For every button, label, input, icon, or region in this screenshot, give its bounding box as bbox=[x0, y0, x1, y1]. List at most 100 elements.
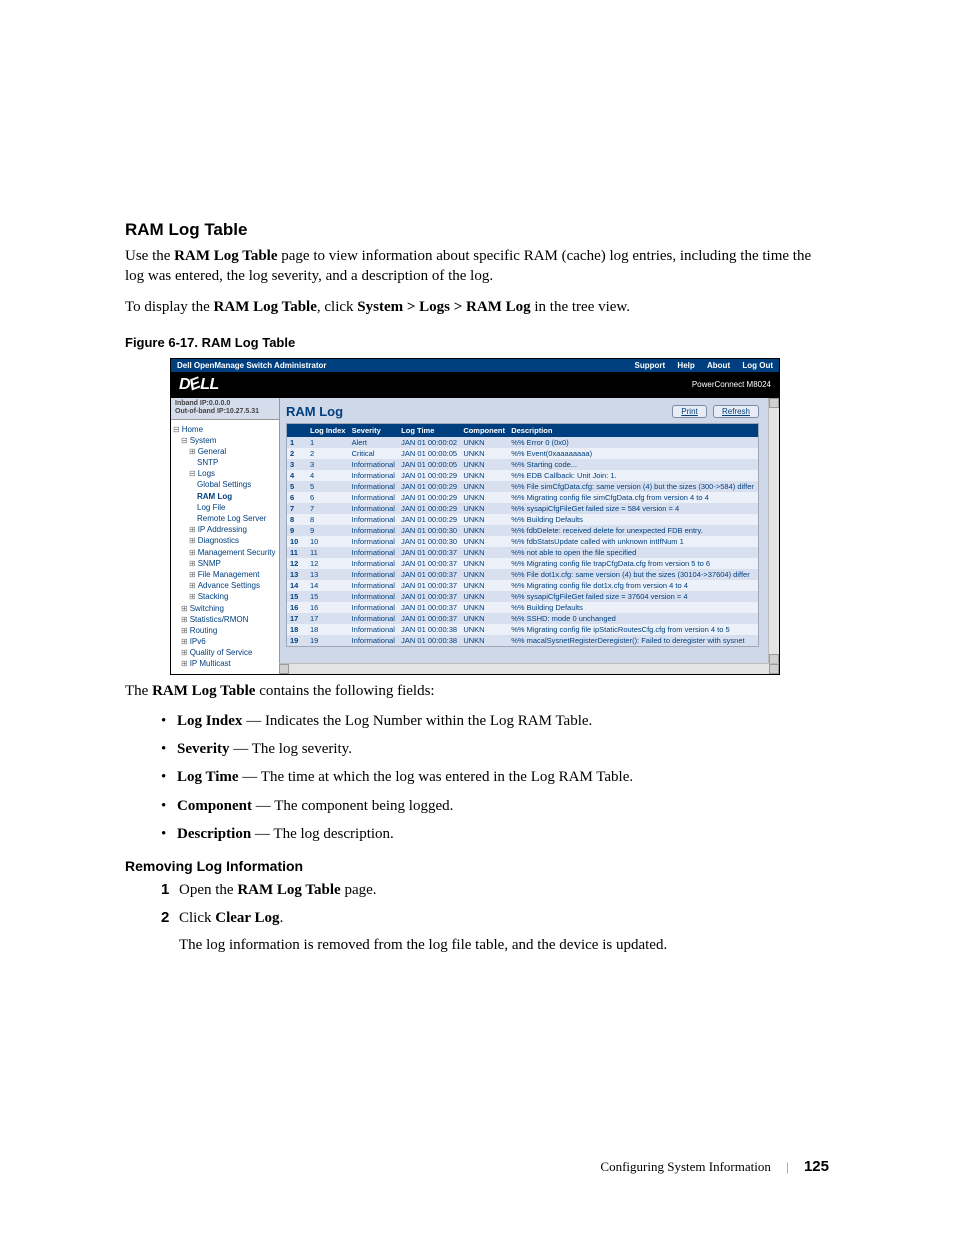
link-help[interactable]: Help bbox=[677, 361, 694, 370]
tree-item[interactable]: ⊞SNMP bbox=[189, 558, 277, 569]
table-cell: UNKN bbox=[460, 547, 508, 558]
tree-item[interactable]: Global Settings bbox=[197, 479, 277, 490]
table-cell: UNKN bbox=[460, 602, 508, 613]
table-cell: 12 bbox=[307, 558, 349, 569]
tree-item[interactable]: ⊞Switching bbox=[181, 603, 277, 614]
refresh-button[interactable]: Refresh bbox=[713, 405, 759, 418]
table-row[interactable]: 1616InformationalJAN 01 00:00:37UNKN%% B… bbox=[287, 602, 758, 613]
table-row[interactable]: 1515InformationalJAN 01 00:00:37UNKN%% s… bbox=[287, 591, 758, 602]
tree-item-label: Routing bbox=[190, 626, 218, 635]
table-cell: UNKN bbox=[460, 591, 508, 602]
text-bold: RAM Log Table bbox=[174, 248, 277, 264]
tree-item[interactable]: ⊞Routing bbox=[181, 625, 277, 636]
link-about[interactable]: About bbox=[707, 361, 730, 370]
table-cell: %% Migrating config file simCfgData.cfg … bbox=[508, 492, 758, 503]
table-cell: %% Migrating config file dot1x.cfg from … bbox=[508, 580, 758, 591]
tree-expand-icon[interactable]: ⊞ bbox=[189, 447, 196, 456]
table-row[interactable]: 1212InformationalJAN 01 00:00:37UNKN%% M… bbox=[287, 558, 758, 569]
tree-item-label: SNTP bbox=[197, 458, 218, 467]
table-cell: 9 bbox=[287, 525, 307, 536]
table-row[interactable]: 1010InformationalJAN 01 00:00:30UNKN%% f… bbox=[287, 536, 758, 547]
tree-item[interactable]: ⊟Logs bbox=[189, 468, 277, 479]
table-cell: Informational bbox=[349, 602, 399, 613]
table-cell: Informational bbox=[349, 569, 399, 580]
tree-expand-icon[interactable]: ⊞ bbox=[189, 592, 196, 601]
tree-item[interactable]: SNTP bbox=[197, 457, 277, 468]
table-row[interactable]: 1818InformationalJAN 01 00:00:38UNKN%% M… bbox=[287, 624, 758, 635]
tree-item[interactable]: RAM Log bbox=[197, 491, 277, 502]
table-cell: 19 bbox=[307, 635, 349, 646]
tree-item[interactable]: ⊟Home bbox=[173, 424, 277, 435]
tree-expand-icon[interactable]: ⊞ bbox=[189, 536, 196, 545]
horizontal-scrollbar[interactable] bbox=[279, 663, 779, 674]
tree-expand-icon[interactable]: ⊞ bbox=[181, 659, 188, 668]
table-cell: UNKN bbox=[460, 580, 508, 591]
tree-item[interactable]: ⊟System bbox=[181, 435, 277, 446]
tree-item[interactable]: Log File bbox=[197, 502, 277, 513]
table-cell: Alert bbox=[349, 437, 399, 448]
table-row[interactable]: 99InformationalJAN 01 00:00:30UNKN%% fdb… bbox=[287, 525, 758, 536]
table-cell: 5 bbox=[307, 481, 349, 492]
tree-item[interactable]: ⊞IP Multicast bbox=[181, 658, 277, 669]
link-support[interactable]: Support bbox=[635, 361, 666, 370]
tree-expand-icon[interactable]: ⊞ bbox=[189, 559, 196, 568]
table-row[interactable]: 88InformationalJAN 01 00:00:29UNKN%% Bui… bbox=[287, 514, 758, 525]
tree-item[interactable]: ⊞Management Security bbox=[189, 547, 277, 558]
text: The bbox=[125, 683, 152, 699]
table-cell: UNKN bbox=[460, 481, 508, 492]
table-row[interactable]: 44InformationalJAN 01 00:00:29UNKN%% EDB… bbox=[287, 470, 758, 481]
text: in the tree view. bbox=[531, 299, 630, 315]
field-item: Description — The log description. bbox=[161, 824, 829, 844]
link-logout[interactable]: Log Out bbox=[742, 361, 773, 370]
table-row[interactable]: 1717InformationalJAN 01 00:00:37UNKN%% S… bbox=[287, 613, 758, 624]
table-cell: 17 bbox=[307, 613, 349, 624]
tree-item[interactable]: ⊞Stacking bbox=[189, 591, 277, 602]
table-cell: %% Building Defaults bbox=[508, 602, 758, 613]
tree-item[interactable]: ⊞IPv6 bbox=[181, 636, 277, 647]
tree-expand-icon[interactable]: ⊞ bbox=[189, 548, 196, 557]
column-header: Severity bbox=[349, 424, 399, 437]
tree-item[interactable]: ⊞IP Addressing bbox=[189, 524, 277, 535]
tree-expand-icon[interactable]: ⊟ bbox=[181, 436, 188, 445]
figure-caption: Figure 6-17. RAM Log Table bbox=[125, 335, 829, 350]
table-row[interactable]: 1313InformationalJAN 01 00:00:37UNKN%% F… bbox=[287, 569, 758, 580]
table-row[interactable]: 55InformationalJAN 01 00:00:29UNKN%% Fil… bbox=[287, 481, 758, 492]
table-row[interactable]: 77InformationalJAN 01 00:00:29UNKN%% sys… bbox=[287, 503, 758, 514]
text-bold: System > Logs > RAM Log bbox=[357, 299, 530, 315]
table-row[interactable]: 1111InformationalJAN 01 00:00:37UNKN%% n… bbox=[287, 547, 758, 558]
vertical-scrollbar[interactable] bbox=[768, 398, 779, 664]
tree-expand-icon[interactable]: ⊞ bbox=[181, 615, 188, 624]
table-cell: JAN 01 00:00:29 bbox=[398, 514, 460, 525]
table-row[interactable]: 66InformationalJAN 01 00:00:29UNKN%% Mig… bbox=[287, 492, 758, 503]
table-row[interactable]: 22CriticalJAN 01 00:00:05UNKN%% Event(0x… bbox=[287, 448, 758, 459]
tree-item[interactable]: ⊞File Management bbox=[189, 569, 277, 580]
tree-item[interactable]: Remote Log Server bbox=[197, 513, 277, 524]
tree-expand-icon[interactable]: ⊞ bbox=[181, 626, 188, 635]
tree-expand-icon[interactable]: ⊞ bbox=[189, 581, 196, 590]
tree-item-label: File Management bbox=[198, 570, 260, 579]
table-cell: %% SSHD: mode 0 unchanged bbox=[508, 613, 758, 624]
tree-expand-icon[interactable]: ⊞ bbox=[189, 570, 196, 579]
tree-expand-icon[interactable]: ⊟ bbox=[173, 425, 180, 434]
nav-tree[interactable]: ⊟Home⊟System⊞GeneralSNTP⊟LogsGlobal Sett… bbox=[171, 420, 279, 674]
tree-expand-icon[interactable]: ⊞ bbox=[181, 648, 188, 657]
tree-expand-icon[interactable]: ⊞ bbox=[189, 525, 196, 534]
table-cell: JAN 01 00:00:30 bbox=[398, 525, 460, 536]
table-row[interactable]: 1414InformationalJAN 01 00:00:37UNKN%% M… bbox=[287, 580, 758, 591]
tree-item[interactable]: ⊞Quality of Service bbox=[181, 647, 277, 658]
table-row[interactable]: 1919InformationalJAN 01 00:00:38UNKN%% m… bbox=[287, 635, 758, 646]
tree-expand-icon[interactable]: ⊞ bbox=[181, 637, 188, 646]
table-row[interactable]: 33InformationalJAN 01 00:00:05UNKN%% Sta… bbox=[287, 459, 758, 470]
step-2-sub: The log information is removed from the … bbox=[179, 935, 829, 955]
table-cell: 6 bbox=[307, 492, 349, 503]
tree-item[interactable]: ⊞Advance Settings bbox=[189, 580, 277, 591]
print-button[interactable]: Print bbox=[672, 405, 706, 418]
table-row[interactable]: 11AlertJAN 01 00:00:02UNKN%% Error 0 (0x… bbox=[287, 437, 758, 448]
tree-expand-icon[interactable]: ⊟ bbox=[189, 469, 196, 478]
table-cell: 2 bbox=[287, 448, 307, 459]
tree-item[interactable]: ⊞General bbox=[189, 446, 277, 457]
tree-item[interactable]: ⊞Diagnostics bbox=[189, 535, 277, 546]
table-cell: 4 bbox=[307, 470, 349, 481]
tree-item[interactable]: ⊞Statistics/RMON bbox=[181, 614, 277, 625]
tree-expand-icon[interactable]: ⊞ bbox=[181, 604, 188, 613]
